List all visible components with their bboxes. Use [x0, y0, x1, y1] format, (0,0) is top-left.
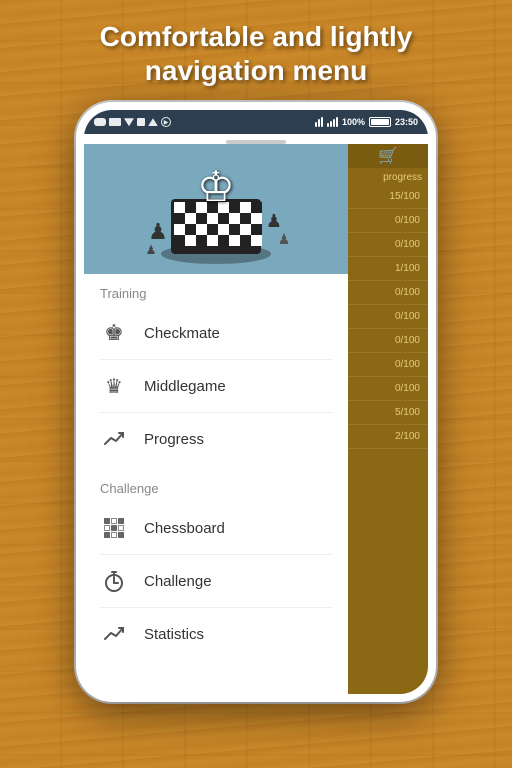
alert-icon — [148, 118, 158, 126]
progress-label: Progress — [144, 431, 204, 448]
king-icon: ♚ — [100, 319, 128, 347]
chessboard-label: Chessboard — [144, 520, 225, 537]
sidebar-item-9: 5/100 — [348, 401, 428, 425]
sidebar-item-7: 0/100 — [348, 353, 428, 377]
speaker-area — [84, 134, 428, 144]
svg-text:♟: ♟ — [278, 231, 291, 247]
status-bar: ▶ 100% 23: — [84, 110, 428, 134]
progress-trend-icon — [100, 425, 128, 453]
menu-item-chessboard[interactable]: Chessboard — [84, 502, 348, 554]
sidebar-item-4: 0/100 — [348, 281, 428, 305]
right-sidebar: 🛒 progress 15/100 0/100 0/100 1/100 0/10… — [348, 144, 428, 694]
app-banner: ♔ ♟ ♟ ♟ ♟ — [84, 144, 348, 274]
chess-logo-svg: ♔ ♟ ♟ ♟ ♟ — [136, 149, 296, 269]
check-icon — [137, 118, 145, 126]
menu-item-checkmate[interactable]: ♚ Checkmate — [84, 307, 348, 359]
training-section-label: Training — [84, 274, 348, 307]
timer-icon — [100, 567, 128, 595]
svg-text:♟: ♟ — [148, 219, 168, 244]
sidebar-progress-label: progress — [348, 168, 428, 185]
battery-icon — [369, 117, 391, 127]
phone-body: ♔ ♟ ♟ ♟ ♟ Training — [84, 144, 428, 694]
app-title: Comfortable and lightly navigation menu — [80, 0, 433, 97]
status-icons-right: 100% 23:50 — [315, 117, 418, 127]
clock: 23:50 — [395, 117, 418, 127]
menu-item-middlegame[interactable]: ♛ Middlegame — [84, 360, 348, 412]
middlegame-label: Middlegame — [144, 378, 226, 395]
status-icons-left: ▶ — [94, 117, 171, 127]
sidebar-item-6: 0/100 — [348, 329, 428, 353]
statistics-label: Statistics — [144, 626, 204, 643]
phone-frame: ▶ 100% 23: — [76, 102, 436, 702]
svg-text:♟: ♟ — [146, 243, 157, 257]
statistics-trend-icon — [100, 620, 128, 648]
svg-text:♔: ♔ — [197, 163, 235, 210]
queen-icon: ♛ — [100, 372, 128, 400]
wifi-signal-icon — [315, 117, 323, 127]
sidebar-cart-icon[interactable]: 🛒 — [348, 144, 428, 168]
play-icon: ▶ — [161, 117, 171, 127]
menu-item-progress[interactable]: Progress — [84, 413, 348, 465]
challenge-label: Challenge — [144, 573, 212, 590]
battery-percent: 100% — [342, 117, 365, 127]
chess-logo-container: ♔ ♟ ♟ ♟ ♟ — [136, 149, 296, 269]
sidebar-item-0: 15/100 — [348, 185, 428, 209]
photo-icon — [109, 118, 121, 126]
sidebar-item-8: 0/100 — [348, 377, 428, 401]
svg-text:♟: ♟ — [266, 211, 282, 231]
sidebar-item-2: 0/100 — [348, 233, 428, 257]
checkmate-label: Checkmate — [144, 325, 220, 342]
menu-content: Training ♚ Checkmate ♛ Middlegame — [84, 274, 348, 694]
sidebar-item-10: 2/100 — [348, 425, 428, 449]
cloud-icon — [94, 118, 106, 126]
signal-icon — [327, 117, 338, 127]
main-content: ♔ ♟ ♟ ♟ ♟ Training — [84, 144, 348, 694]
menu-item-statistics[interactable]: Statistics — [84, 608, 348, 660]
sidebar-item-1: 0/100 — [348, 209, 428, 233]
sidebar-item-5: 0/100 — [348, 305, 428, 329]
chessboard-grid-icon — [100, 514, 128, 542]
sidebar-item-3: 1/100 — [348, 257, 428, 281]
challenge-section-label: Challenge — [84, 469, 348, 502]
wifi-icon — [124, 118, 134, 126]
menu-item-challenge[interactable]: Challenge — [84, 555, 348, 607]
